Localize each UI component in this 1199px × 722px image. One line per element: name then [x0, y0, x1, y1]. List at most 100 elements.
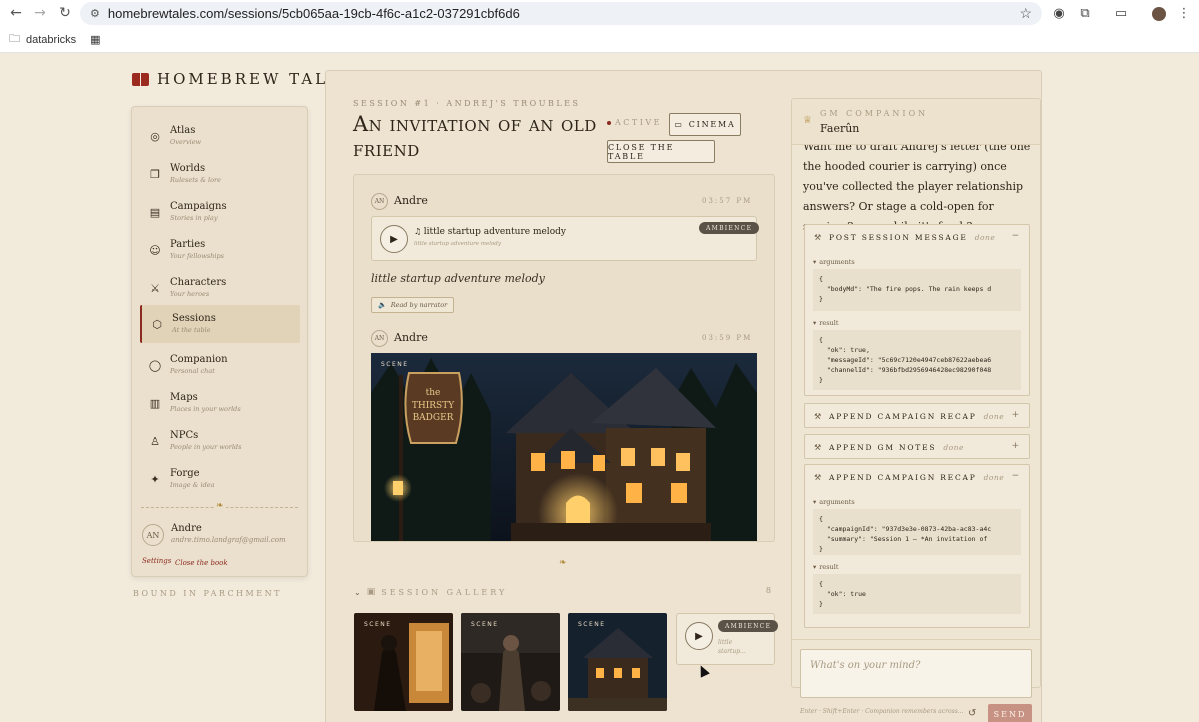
collapse-icon[interactable]: −: [1012, 231, 1021, 241]
sidebar-item-label: Companion: [170, 354, 228, 365]
compass-icon: ◎: [150, 130, 160, 143]
arguments-label: arguments: [819, 498, 855, 506]
arguments-toggle[interactable]: ▾ arguments: [805, 255, 1029, 269]
tool-call-header[interactable]: ⚒ POST SESSION MESSAGE done −: [805, 225, 1029, 249]
apps-grid-icon[interactable]: ▦: [90, 33, 100, 46]
fleuron-icon: ❧: [559, 558, 567, 568]
gallery-audio-item[interactable]: ▶ AMBIENCE little startup...: [676, 613, 779, 665]
avatar: AN: [371, 330, 388, 347]
expand-icon[interactable]: +: [1012, 441, 1021, 451]
tool-name: APPEND GM NOTES: [828, 442, 937, 452]
sidebar-item-sub: Personal chat: [170, 367, 215, 375]
sidebar-item-forge[interactable]: ✦ Forge Image & idea: [140, 460, 300, 496]
gallery-thumbnail[interactable]: SCENE: [354, 613, 453, 711]
wrench-icon: ⚒: [814, 411, 823, 421]
play-button[interactable]: ▶: [685, 622, 713, 650]
site-settings-icon[interactable]: ⚙: [90, 7, 100, 20]
sidebar-item-label: Characters: [170, 277, 227, 288]
tool-status: done: [983, 472, 1005, 482]
scene-label: SCENE: [381, 361, 409, 368]
brand-logo[interactable]: HOMEBREW TALES: [132, 70, 355, 88]
forward-icon[interactable]: →: [28, 1, 52, 25]
book-logo-icon: [132, 72, 149, 86]
sidebar-item-sub: At the table: [172, 326, 211, 334]
status-label: ACTIVE: [615, 118, 663, 127]
result-toggle[interactable]: ▾ result: [805, 560, 1029, 574]
audio-card: ▶ ♫ little startup adventure melody litt…: [371, 216, 760, 261]
result-label: result: [819, 563, 839, 571]
gallery-thumbnail[interactable]: SCENE: [461, 613, 560, 711]
cinema-button[interactable]: ▭ CINEMA: [669, 113, 741, 136]
input-hint: Enter · Shift+Enter · Companion remember…: [800, 708, 964, 715]
tool-call-header[interactable]: ⚒ APPEND CAMPAIGN RECAP done −: [805, 465, 1029, 489]
sidebar-item-label: Worlds: [170, 163, 206, 174]
sidebar-item-campaigns[interactable]: ▤ Campaigns Stories in play: [140, 193, 300, 229]
puzzle-icon[interactable]: ⧉: [1074, 2, 1096, 25]
menu-icon[interactable]: ⋮: [1173, 2, 1195, 25]
result-code: { "ok": true, "messageId": "5c69c7120e49…: [813, 330, 1021, 390]
sidebar-item-sub: People in your worlds: [170, 443, 242, 451]
bookmark-databricks[interactable]: 🗀 databricks: [9, 30, 76, 49]
wrench-icon: ⚒: [814, 472, 823, 482]
play-button[interactable]: ▶: [380, 225, 408, 253]
tool-status: done: [943, 442, 964, 452]
wrench-icon: ⚒: [814, 442, 823, 452]
speaker-icon: 🔈: [378, 301, 387, 309]
scroll-icon: ▤: [149, 206, 161, 219]
audio-subtitle: little startup...: [718, 639, 746, 655]
reload-icon[interactable]: ↻: [53, 1, 77, 25]
read-by-narrator-button[interactable]: 🔈 Read by narrator: [371, 297, 455, 313]
session-feed[interactable]: AN Andre 03:57 PM ▶ ♫ little startup adv…: [353, 174, 775, 542]
gallery-header[interactable]: ⌄ ▣ SESSION GALLERY 8: [354, 586, 774, 598]
tool-call-card[interactable]: ⚒ APPEND GM NOTES done +: [804, 434, 1030, 459]
crown-icon: ♕: [803, 115, 812, 126]
sidebar-footer: BOUND IN PARCHMENT: [133, 589, 282, 598]
send-button[interactable]: SEND: [988, 704, 1032, 722]
companion-input[interactable]: What's on your mind?: [800, 649, 1032, 698]
sign-text: BADGER: [413, 413, 454, 423]
sidebar-item-atlas[interactable]: ◎ Atlas Overview: [140, 117, 300, 153]
triangle-down-icon: ▾: [813, 563, 817, 571]
companion-header: ♕ GM COMPANION Faerûn: [792, 99, 1040, 145]
audio-subtitle: little startup adventure melody: [414, 241, 501, 247]
audio-title-text: little startup adventure melody: [423, 227, 566, 237]
sidebar-item-maps[interactable]: ▥ Maps Places in your worlds: [140, 384, 300, 420]
bookmark-star-icon[interactable]: ☆: [1019, 5, 1032, 22]
back-icon[interactable]: ←: [4, 1, 28, 25]
extension-icon[interactable]: ◉: [1048, 2, 1070, 25]
sidebar-item-characters[interactable]: ⚔ Characters Your heroes: [140, 269, 300, 305]
message-author: Andre: [394, 331, 428, 344]
bookmarks-bar: 🗀 databricks ▦: [0, 27, 1199, 53]
gm-companion-panel: Want me to draft Andrej's letter (the on…: [791, 98, 1041, 688]
url-bar[interactable]: ⚙ homebrewtales.com/sessions/5cb065aa-19…: [80, 2, 1042, 25]
music-note-icon: ♫: [414, 227, 424, 236]
tab-search-icon[interactable]: ▭: [1110, 2, 1132, 25]
sidebar-item-npcs[interactable]: ♙ NPCs People in your worlds: [140, 422, 300, 458]
gallery-thumbnail[interactable]: SCENE: [568, 613, 667, 711]
sidebar-item-sub: Stories in play: [170, 214, 218, 222]
sidebar-item-label: Forge: [170, 468, 200, 479]
book-icon: ❐: [150, 168, 160, 181]
close-table-button[interactable]: CLOSE THE TABLE: [607, 140, 715, 163]
result-code: { "ok": true }: [813, 574, 1021, 614]
tool-call-card: ⚒ POST SESSION MESSAGE done − ▾ arguments…: [804, 224, 1030, 396]
sidebar-item-parties[interactable]: ☺ Parties Your fellowships: [140, 231, 300, 267]
browser-toolbar: ← → ↻ ⚙ homebrewtales.com/sessions/5cb06…: [0, 0, 1199, 27]
sidebar-item-sessions[interactable]: ⬡ Sessions At the table: [140, 305, 300, 343]
scene-image[interactable]: the THIRSTY BADGER SCENE: [371, 353, 757, 541]
arguments-toggle[interactable]: ▾ arguments: [805, 495, 1029, 509]
collapse-icon[interactable]: −: [1012, 471, 1021, 481]
result-toggle[interactable]: ▾ result: [805, 316, 1029, 330]
tool-call-card[interactable]: ⚒ APPEND CAMPAIGN RECAP done +: [804, 403, 1030, 428]
sparkle-icon: ✦: [150, 473, 160, 486]
sidebar-item-sub: Places in your worlds: [170, 405, 241, 413]
tool-call-header[interactable]: ⚒ APPEND CAMPAIGN RECAP done +: [805, 404, 1029, 428]
profile-avatar[interactable]: [1148, 2, 1170, 25]
message-author: Andre: [394, 194, 428, 207]
sidebar-item-worlds[interactable]: ❐ Worlds Rulesets & lore: [140, 155, 300, 191]
tool-call-header[interactable]: ⚒ APPEND GM NOTES done +: [805, 435, 1029, 459]
expand-icon[interactable]: +: [1012, 410, 1021, 420]
reset-icon[interactable]: ↺: [968, 708, 976, 719]
sidebar-item-companion[interactable]: ◯ Companion Personal chat: [140, 346, 300, 382]
chevron-down-icon[interactable]: ⌄: [354, 588, 361, 597]
